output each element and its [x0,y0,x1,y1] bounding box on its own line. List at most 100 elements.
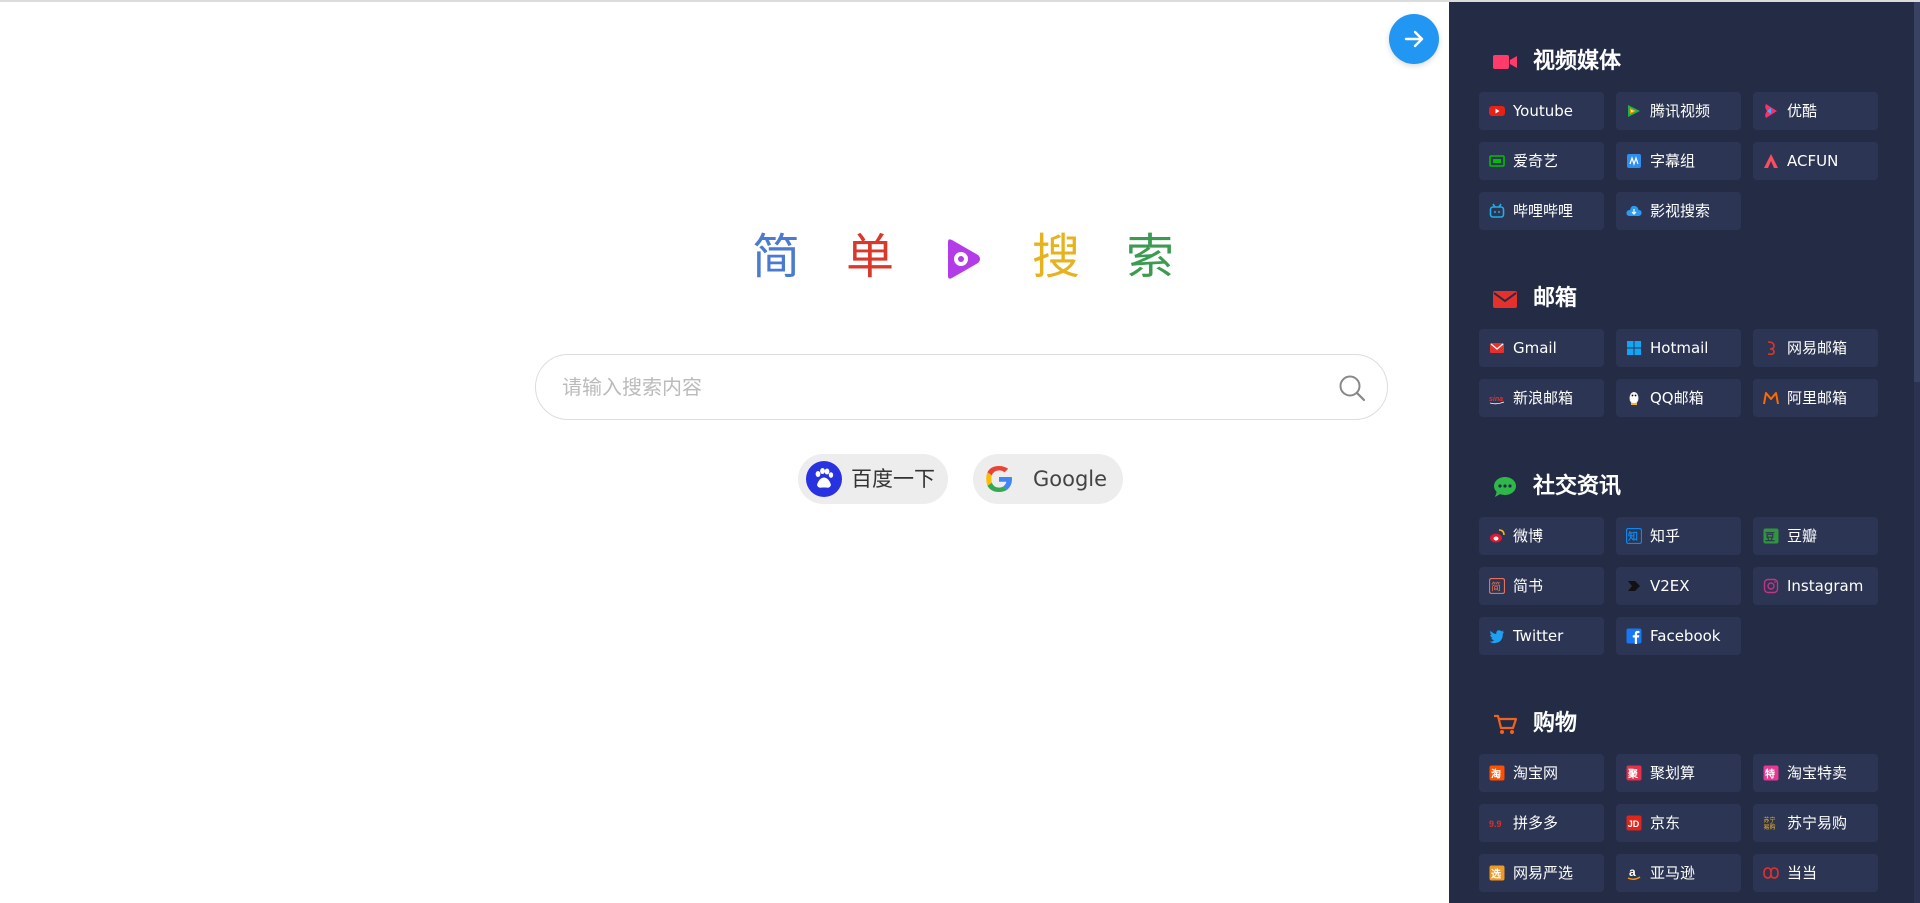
sidebar-link[interactable]: 哔哩哔哩 [1479,192,1604,230]
google-search-button[interactable]: Google [973,454,1123,504]
sidebar-link[interactable]: V2EX [1616,567,1741,605]
sidebar-link[interactable]: sina 新浪邮箱 [1479,379,1604,417]
sidebar-link-label: 淘宝特卖 [1787,764,1848,782]
sidebar-link-label: 字幕组 [1650,152,1696,170]
sidebar-link[interactable]: 9.9 拼多多 [1479,804,1604,842]
sidebar-link[interactable]: JD 京东 [1616,804,1741,842]
sidebar-link[interactable]: QQ邮箱 [1616,379,1741,417]
sidebar-link-label: Facebook [1650,627,1721,645]
bilibili-icon [1489,203,1505,218]
juhuasuan-icon: 聚 [1626,765,1642,781]
instagram-icon [1763,578,1779,594]
amazon-icon: a [1627,865,1641,880]
sidebar-link[interactable]: 豆豆瓣 [1753,517,1878,555]
sidebar-link[interactable]: a 亚马逊 [1616,854,1741,892]
search-icon[interactable] [1337,373,1367,403]
gmail-icon [1490,343,1504,353]
video-camera-icon [1493,55,1517,69]
sidebar-toggle-button[interactable] [1389,14,1439,64]
sidebar-link[interactable]: Gmail [1479,329,1604,367]
sidebar-link[interactable]: 字幕组 [1616,142,1741,180]
sidebar-link[interactable]: 网易邮箱 [1753,329,1878,367]
sidebar-link[interactable]: Instagram [1753,567,1878,605]
logo-char: 简 [752,229,801,285]
arrow-right-icon [1404,30,1424,48]
qq-penguin-icon [1629,392,1639,405]
sidebar-link[interactable]: 简简书 [1479,567,1604,605]
svg-text:选: 选 [1491,868,1501,881]
sidebar-link[interactable]: 影视搜索 [1616,192,1741,230]
svg-text:9.9: 9.9 [1489,819,1502,829]
logo-char: 单 [846,229,895,285]
baidu-paw-icon [806,461,842,497]
dangdang-icon [1763,867,1779,879]
svg-text:特: 特 [1765,768,1775,781]
google-label: Google [1033,467,1108,491]
suning-icon: 苏宁易购 [1764,816,1776,831]
search-input[interactable] [562,355,1322,419]
sidebar-link-label: 影视搜索 [1650,202,1711,220]
sidebar-link[interactable]: 微博 [1479,517,1604,555]
sidebar-link[interactable]: Facebook [1616,617,1741,655]
sidebar-link-label: 网易邮箱 [1787,339,1848,357]
sidebar-link-label: Twitter [1513,627,1564,645]
sidebar-link[interactable]: 腾讯视频 [1616,92,1741,130]
windows-icon [1627,341,1641,355]
envelope-icon [1493,291,1517,308]
sidebar-link-label: 豆瓣 [1787,527,1818,545]
taobao-icon: 淘 [1489,765,1505,781]
section-label: 邮箱 [1533,286,1578,311]
subtitle-icon [1627,154,1641,168]
section-label: 社交资讯 [1533,474,1622,499]
site-logo: 简 单 搜 索 [740,225,1180,289]
svg-text:豆: 豆 [1765,532,1775,544]
zhihu-icon: 知 [1626,528,1642,544]
play-logo-icon [948,239,980,279]
douban-icon: 豆 [1763,528,1779,544]
tencent-video-icon [1628,105,1640,117]
weibo-icon [1490,529,1505,543]
sidebar-link[interactable]: Youtube [1479,92,1604,130]
sidebar: 视频媒体 Youtube 腾讯视频 优酷 爱奇艺 字幕组 ACFUN 哔哩哔哩 影视搜索 邮箱 Gm… [1449,2,1920,903]
twitter-bird-icon [1489,630,1504,644]
sidebar-link-label: 爱奇艺 [1513,152,1559,170]
logo-char: 搜 [1032,229,1081,285]
scrollbar[interactable] [1914,2,1920,903]
sidebar-link-label: 简书 [1513,577,1544,595]
youku-icon [1765,104,1777,118]
sidebar-link-label: 腾讯视频 [1650,102,1711,120]
sidebar-link[interactable]: 苏宁 易购 苏宁易购 [1753,804,1878,842]
svg-text:a: a [1629,865,1636,879]
sidebar-link[interactable]: 爱奇艺 [1479,142,1604,180]
sidebar-link[interactable]: 优酷 [1753,92,1878,130]
sidebar-link-label: ACFUN [1787,152,1839,170]
temai-icon: 特 [1763,765,1779,781]
scrollbar-thumb[interactable] [1914,2,1920,382]
facebook-icon [1626,628,1642,644]
youtube-icon [1489,106,1505,116]
sidebar-link-label: 知乎 [1650,527,1681,545]
jianshu-icon: 简 [1489,578,1505,594]
sidebar-link-label: 新浪邮箱 [1513,389,1574,407]
sidebar-link-label: 微博 [1513,527,1544,545]
section-label: 购物 [1533,711,1578,736]
sidebar-link[interactable]: 阿里邮箱 [1753,379,1878,417]
sidebar-link[interactable]: 选网易严选 [1479,854,1604,892]
iqiyi-icon [1489,155,1505,167]
sidebar-link-label: Hotmail [1650,339,1709,357]
aliyun-mail-icon [1763,392,1779,405]
logo-char: 索 [1126,229,1175,285]
sidebar-link-label: Youtube [1513,102,1573,120]
sidebar-link[interactable]: 知知乎 [1616,517,1741,555]
sidebar-link[interactable]: Hotmail [1616,329,1741,367]
sidebar-link-label: 聚划算 [1650,764,1696,782]
baidu-search-button[interactable]: 百度一下 [798,454,948,504]
sidebar-link[interactable]: 特淘宝特卖 [1753,754,1878,792]
sidebar-link[interactable]: Twitter [1479,617,1604,655]
v2ex-icon [1628,581,1640,591]
sidebar-link[interactable]: ACFUN [1753,142,1878,180]
svg-text:淘: 淘 [1491,768,1501,781]
sidebar-link[interactable]: 淘淘宝网 [1479,754,1604,792]
sidebar-link[interactable]: 当当 [1753,854,1878,892]
sidebar-link[interactable]: 聚聚划算 [1616,754,1741,792]
